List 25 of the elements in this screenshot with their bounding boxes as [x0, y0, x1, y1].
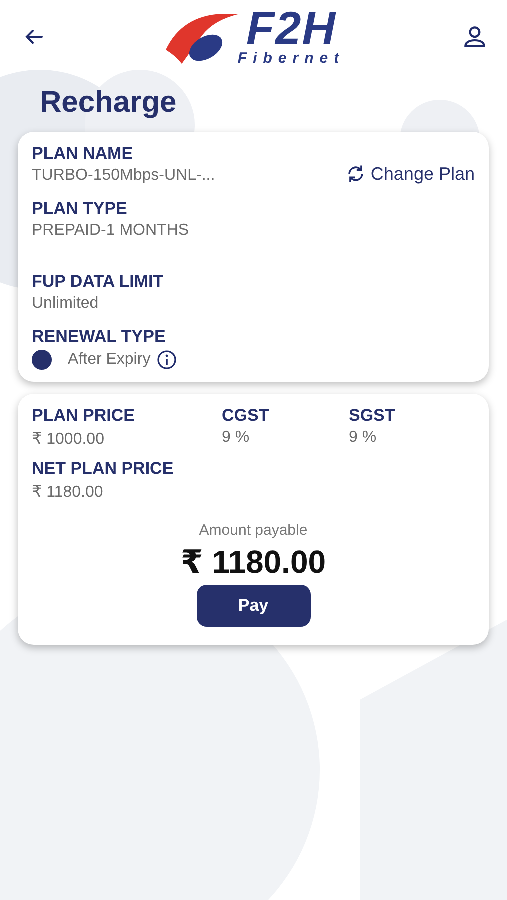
field-label: PLAN TYPE	[32, 199, 128, 219]
radio-label: After Expiry	[68, 351, 151, 369]
info-icon[interactable]	[156, 350, 177, 370]
field-label: FUP DATA LIMIT	[32, 272, 165, 292]
field-label: CGST	[222, 406, 270, 426]
field-label: RENEWAL TYPE	[32, 327, 167, 347]
field-label: NET PLAN PRICE	[32, 459, 175, 479]
field-value: 9 %	[222, 429, 251, 447]
amount-label: Amount payable	[199, 522, 308, 539]
logo-wordmark: F2H	[246, 5, 336, 51]
pay-button[interactable]: Pay	[196, 585, 310, 627]
field-label: PLAN NAME	[32, 144, 134, 164]
field-value: TURBO-150Mbps-UNL-...	[32, 167, 216, 185]
field-value: Unlimited	[32, 295, 100, 313]
field-value: ₹ 1000.00	[32, 430, 106, 449]
page-title: Recharge	[40, 86, 178, 120]
field-value: PREPAID-1 MONTHS	[32, 222, 190, 240]
field-label: PLAN PRICE	[32, 406, 136, 426]
logo-tagline: Fibernet	[238, 51, 346, 66]
field-label: SGST	[349, 406, 396, 426]
radio-button[interactable]	[32, 350, 52, 370]
amount-value: ₹ 1180.00	[180, 543, 326, 581]
change-plan-link[interactable]: Change Plan	[344, 163, 475, 185]
field-value: ₹ 1180.00	[32, 483, 104, 502]
field-value: 9 %	[349, 429, 378, 447]
